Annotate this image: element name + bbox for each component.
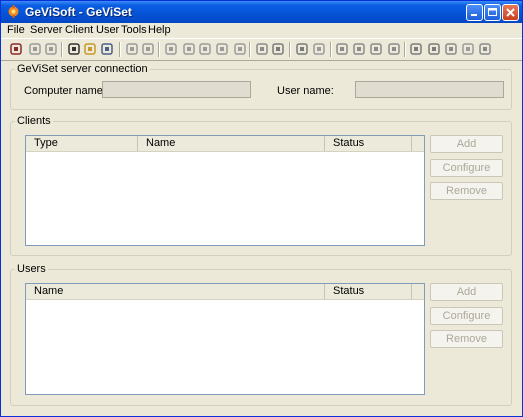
relay-icon[interactable] [369,42,383,56]
close-button[interactable] [502,4,519,21]
toolbar-separator [404,42,406,57]
filter-icon[interactable] [409,42,423,56]
copy-icon[interactable] [28,42,42,56]
network-icon[interactable] [335,42,349,56]
menu-bar: File Server Client User Tools Help [1,23,522,38]
window-title: GeViSoft - GeViSet [25,5,132,19]
user-name-field[interactable] [355,81,504,98]
text-icon[interactable] [233,42,247,56]
dialog-icon[interactable] [461,42,475,56]
column-header-status[interactable]: Status [325,136,412,151]
clients-list-header: Type Name Status [26,136,424,152]
users-list-header: Name Status [26,284,424,300]
pen-icon[interactable] [295,42,309,56]
clients-configure-button[interactable]: Configure [430,159,503,177]
computer-name-label: Computer name: [24,85,106,97]
clock-icon[interactable] [141,42,155,56]
block-icon[interactable] [427,42,441,56]
menu-tools[interactable]: Tools [121,24,147,36]
maximize-icon [488,8,497,16]
menu-server[interactable]: Server [30,24,62,36]
users-configure-button[interactable]: Configure [430,307,503,325]
column-header-name[interactable]: Name [26,284,325,299]
quote-icon[interactable] [125,42,139,56]
column-header-name[interactable]: Name [138,136,325,151]
toolbar-separator [119,42,121,57]
user-icon[interactable] [255,42,269,56]
list-icon[interactable] [182,42,196,56]
settings-icon[interactable] [44,42,58,56]
connect-icon[interactable] [9,42,23,56]
computer-name-field[interactable] [102,81,251,98]
main-window: GeViSoft - GeViSet File Server Client Us… [0,0,523,417]
open-icon[interactable] [83,42,97,56]
column-header-status[interactable]: Status [325,284,412,299]
app-logo-icon [8,5,19,18]
toolbar-separator [249,42,251,57]
toolbar-separator [289,42,291,57]
clients-add-button[interactable]: Add [430,135,503,153]
new-icon[interactable] [67,42,81,56]
users-add-button[interactable]: Add [430,283,503,301]
clients-remove-button[interactable]: Remove [430,182,503,200]
user-name-label: User name: [277,85,334,97]
toolbar-separator [61,42,63,57]
clients-list[interactable]: Type Name Status [25,135,425,246]
toolbar [1,38,522,61]
maximize-button[interactable] [484,4,501,21]
menu-user[interactable]: User [96,24,119,36]
print-icon[interactable] [198,42,212,56]
record-icon[interactable] [271,42,285,56]
users-remove-button[interactable]: Remove [430,330,503,348]
device-icon[interactable] [444,42,458,56]
monitor-icon[interactable] [387,42,401,56]
arrow-icon[interactable] [478,42,492,56]
hand-icon[interactable] [312,42,326,56]
stack-icon[interactable] [215,42,229,56]
title-bar[interactable]: GeViSoft - GeViSet [1,1,522,23]
column-header-type[interactable]: Type [26,136,138,151]
menu-help[interactable]: Help [148,24,171,36]
grid-icon[interactable] [352,42,366,56]
save-icon[interactable] [100,42,114,56]
toolbar-separator [330,42,332,57]
users-title: Users [15,263,48,275]
server-connection-title: GeViSet server connection [15,63,150,75]
close-icon [506,8,515,17]
menu-client[interactable]: Client [65,24,93,36]
minimize-button[interactable] [466,4,483,21]
users-list[interactable]: Name Status [25,283,425,395]
minimize-icon [471,14,477,16]
toolbar-separator [158,42,160,57]
tools-icon[interactable] [164,42,178,56]
clients-title: Clients [15,115,53,127]
menu-file[interactable]: File [7,24,25,36]
